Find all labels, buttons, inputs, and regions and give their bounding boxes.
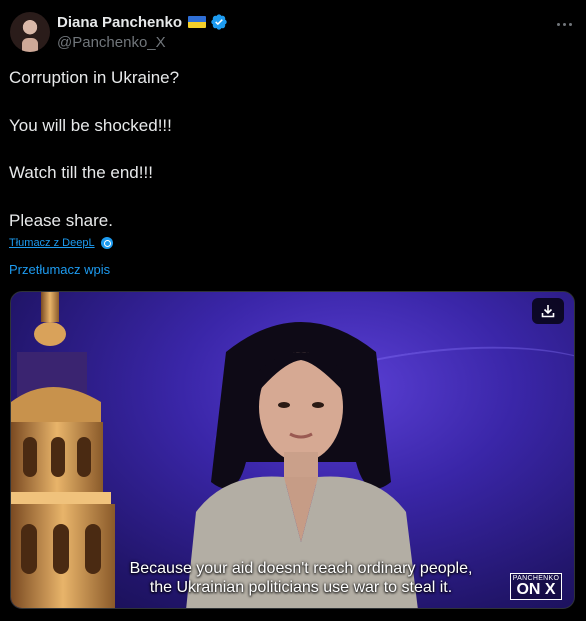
download-icon[interactable] xyxy=(532,298,564,324)
more-dots-icon[interactable] xyxy=(554,16,574,32)
deepl-icon[interactable] xyxy=(100,237,113,249)
deepl-translate-link[interactable]: Tłumacz z DeepL xyxy=(9,237,95,249)
tweet-line: Corruption in Ukraine? xyxy=(9,68,180,87)
video-subtitle-line-1: Because your aid doesn't reach ordinary … xyxy=(129,560,473,577)
author-name-row: Diana Panchenko xyxy=(57,13,228,31)
author-name[interactable]: Diana Panchenko xyxy=(57,14,182,31)
tweet-header: Diana Panchenko @Panchenko_X xyxy=(10,10,576,54)
tweet-line: Please share. xyxy=(9,211,113,230)
avatar[interactable] xyxy=(10,12,50,52)
ukraine-flag-icon xyxy=(188,16,207,28)
brand-bottom-text: ON X xyxy=(516,581,556,598)
translate-post-link[interactable]: Przetłumacz wpis xyxy=(9,262,110,277)
video-player[interactable]: Because your aid doesn't reach ordinary … xyxy=(10,291,575,609)
video-subtitle-line-2: the Ukrainian politicians use war to ste… xyxy=(149,579,453,596)
deepl-translate-row: Tłumacz z DeepL xyxy=(9,237,113,249)
author-handle[interactable]: @Panchenko_X xyxy=(57,34,166,51)
panchenko-on-x-logo: PANCHENKO ON X xyxy=(510,573,562,600)
download-glyph-icon xyxy=(541,305,555,318)
verified-badge-icon[interactable] xyxy=(210,13,228,31)
tweet-line: Watch till the end!!! xyxy=(9,163,153,182)
tweet-line: You will be shocked!!! xyxy=(9,116,172,135)
